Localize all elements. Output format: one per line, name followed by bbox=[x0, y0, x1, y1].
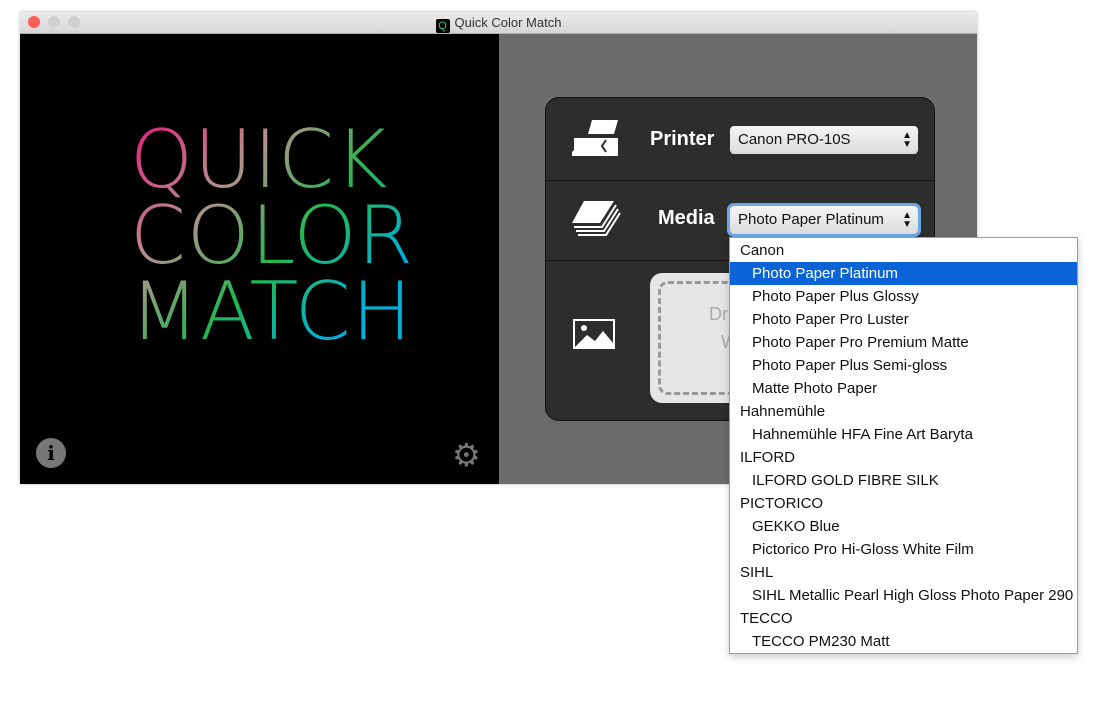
media-label: Media bbox=[658, 207, 715, 229]
title-bar: Q Quick Color Match bbox=[20, 12, 977, 34]
app-logo: QUICK COLOR MATCH bbox=[130, 122, 414, 350]
menu-item[interactable]: GEKKO Blue bbox=[730, 515, 1077, 538]
menu-group-header: PICTORICO bbox=[740, 495, 824, 512]
printer-select[interactable]: Canon PRO-10S ▲ ▼ bbox=[730, 126, 918, 154]
logo-line: MATCH bbox=[130, 265, 413, 358]
menu-group-header: Canon bbox=[740, 242, 785, 259]
menu-item[interactable]: Hahnemühle HFA Fine Art Baryta bbox=[730, 423, 1077, 446]
window-title: Q Quick Color Match bbox=[20, 15, 977, 33]
menu-item[interactable]: Matte Photo Paper bbox=[730, 377, 1077, 400]
menu-item[interactable]: Pictorico Pro Hi-Gloss White Film bbox=[730, 538, 1077, 561]
stepper-arrows-icon: ▲ ▼ bbox=[902, 130, 912, 150]
menu-item[interactable]: Photo Paper Platinum bbox=[730, 262, 1077, 285]
menu-item[interactable]: Photo Paper Plus Glossy bbox=[730, 285, 1077, 308]
printer-value: Canon PRO-10S bbox=[738, 131, 851, 148]
window-title-text: Quick Color Match bbox=[454, 15, 562, 30]
menu-group-header: Hahnemühle bbox=[740, 403, 826, 420]
menu-item[interactable]: SIHL Metallic Pearl High Gloss Photo Pap… bbox=[730, 584, 1077, 607]
menu-group-header: TECCO bbox=[740, 610, 793, 627]
media-value: Photo Paper Platinum bbox=[738, 211, 884, 228]
app-icon: Q bbox=[435, 19, 450, 33]
printer-row: Printer Canon PRO-10S ▲ ▼ bbox=[546, 98, 934, 181]
drop-zone-text: Dr bbox=[709, 304, 728, 324]
image-icon bbox=[573, 319, 615, 349]
menu-item[interactable]: TECCO PM230 Matt bbox=[730, 630, 1077, 653]
menu-group-header: SIHL bbox=[740, 564, 774, 581]
printer-icon bbox=[572, 120, 618, 156]
splash-pane: QUICK COLOR MATCH i ⚙ bbox=[20, 34, 499, 484]
media-dropdown-menu[interactable]: Canon Photo Paper Platinum Photo Paper Plu… bbox=[729, 237, 1078, 654]
menu-group-header: ILFORD bbox=[740, 449, 796, 466]
menu-item[interactable]: ILFORD GOLD FIBRE SILK bbox=[730, 469, 1077, 492]
logo-line: COLOR bbox=[130, 189, 415, 282]
media-icon bbox=[572, 201, 621, 236]
gear-icon[interactable]: ⚙ bbox=[452, 436, 481, 474]
menu-item[interactable]: Photo Paper Plus Semi-gloss bbox=[730, 354, 1077, 377]
printer-label: Printer bbox=[650, 128, 715, 150]
info-icon[interactable]: i bbox=[36, 438, 66, 468]
logo-line: QUICK bbox=[130, 113, 389, 206]
menu-item[interactable]: Photo Paper Pro Premium Matte bbox=[730, 331, 1077, 354]
stepper-arrows-icon: ▲ ▼ bbox=[902, 210, 912, 230]
media-select[interactable]: Photo Paper Platinum ▲ ▼ bbox=[730, 206, 918, 234]
menu-item[interactable]: Photo Paper Pro Luster bbox=[730, 308, 1077, 331]
